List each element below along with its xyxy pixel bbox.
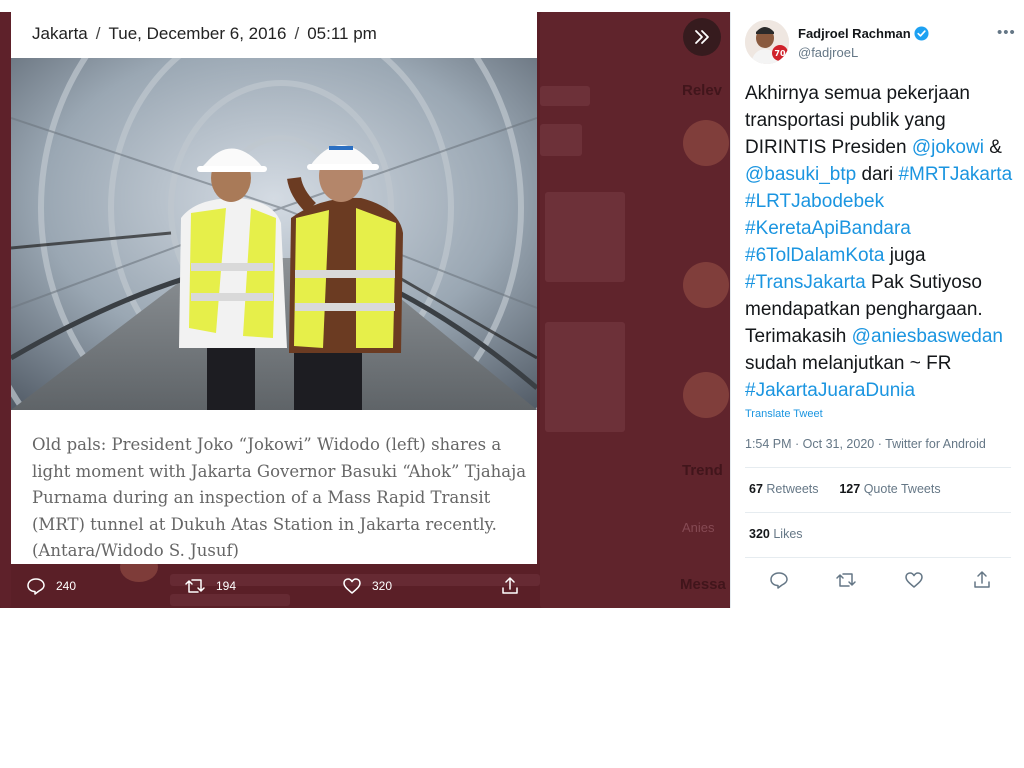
backdrop-relevant-label: Relev — [682, 82, 723, 99]
share-icon — [974, 571, 990, 588]
retweet-icon — [836, 573, 856, 587]
likes-stat[interactable]: 320 Likes — [749, 527, 803, 541]
hashtag-link[interactable]: #MRTJakarta — [898, 164, 1012, 185]
tweet-stats-retweets-quotes: 67 Retweets 127 Quote Tweets — [749, 482, 941, 496]
share-button[interactable] — [972, 570, 992, 595]
mention-link[interactable]: @aniesbaswedan — [852, 326, 1003, 347]
author-handle[interactable]: @fadjroeL — [798, 45, 858, 60]
media-reply-count: 240 — [56, 579, 77, 593]
tweet-text-segment: & — [983, 137, 1002, 158]
like-button[interactable] — [904, 570, 924, 595]
share-icon — [502, 577, 518, 594]
chevrons-right-icon — [695, 30, 709, 44]
reply-button[interactable] — [769, 570, 789, 595]
article-location: Jakarta — [32, 24, 88, 43]
svg-text:70: 70 — [774, 49, 786, 58]
article-caption: Old pals: President Joko “Jokowi” Widodo… — [32, 435, 527, 560]
heart-icon — [905, 572, 923, 588]
hashtag-link[interactable]: #KeretaApiBandara — [745, 218, 911, 239]
article-date: Tue, December 6, 2016 — [108, 24, 287, 43]
article-image-card[interactable]: Jakarta / Tue, December 6, 2016 / 05:11 … — [11, 12, 537, 564]
media-retweet-count: 194 — [216, 579, 237, 593]
media-retweet-button[interactable]: 194 — [184, 576, 236, 596]
backdrop-anies-label: Anies — [682, 520, 715, 535]
tweet-text-segment: juga — [884, 245, 926, 266]
hashtag-link[interactable]: #6TolDalamKota — [745, 245, 884, 266]
tweet-timestamp[interactable]: 1:54 PM · Oct 31, 2020 · Twitter for And… — [745, 437, 986, 451]
media-share-button[interactable] — [500, 576, 530, 596]
media-viewer: Relev Trend Anies Messa Jakarta / Tue, D… — [0, 0, 1024, 768]
tweet-detail-panel: 70 Fadjroel Rachman @fadjroeL ••• Akhirn… — [730, 12, 1024, 608]
tweet-text-segment: dari — [856, 164, 899, 185]
tweet-text: Akhirnya semua pekerjaan transportasi pu… — [745, 80, 1024, 404]
article-time: 05:11 pm — [307, 24, 377, 43]
mention-link[interactable]: @jokowi — [912, 137, 984, 158]
tweet-stats-likes: 320 Likes — [749, 527, 803, 541]
reply-icon — [27, 578, 45, 595]
backdrop-trends-label: Trend — [682, 462, 723, 479]
toggle-panel-button[interactable] — [683, 18, 721, 56]
media-like-button[interactable]: 320 — [342, 576, 392, 596]
author-avatar[interactable]: 70 — [745, 20, 789, 64]
more-options-icon[interactable]: ••• — [997, 24, 1016, 41]
mention-link[interactable]: @basuki_btp — [745, 164, 856, 185]
top-strip — [0, 0, 1024, 12]
hashtag-link[interactable]: #JakartaJuaraDunia — [745, 380, 915, 401]
backdrop-messages-label: Messa — [680, 576, 726, 593]
author-name[interactable]: Fadjroel Rachman — [798, 26, 911, 41]
retweet-button[interactable] — [835, 570, 857, 595]
retweet-icon — [185, 579, 205, 593]
article-photo — [11, 58, 537, 410]
media-reply-button[interactable]: 240 — [26, 576, 76, 596]
media-like-count: 320 — [372, 579, 393, 593]
translate-tweet-link[interactable]: Translate Tweet — [745, 408, 823, 420]
article-dateline: Jakarta / Tue, December 6, 2016 / 05:11 … — [32, 24, 377, 43]
retweets-stat[interactable]: 67 Retweets — [749, 482, 819, 496]
quote-tweets-stat[interactable]: 127 Quote Tweets — [839, 482, 940, 496]
reply-icon — [770, 572, 788, 589]
tweet-text-segment: sudah melanjutkan ~ FR — [745, 353, 952, 374]
verified-badge-icon — [914, 26, 929, 41]
heart-icon — [343, 578, 361, 594]
hashtag-link[interactable]: #TransJakarta — [745, 272, 866, 293]
hashtag-link[interactable]: #LRTJabodebek — [745, 191, 884, 212]
